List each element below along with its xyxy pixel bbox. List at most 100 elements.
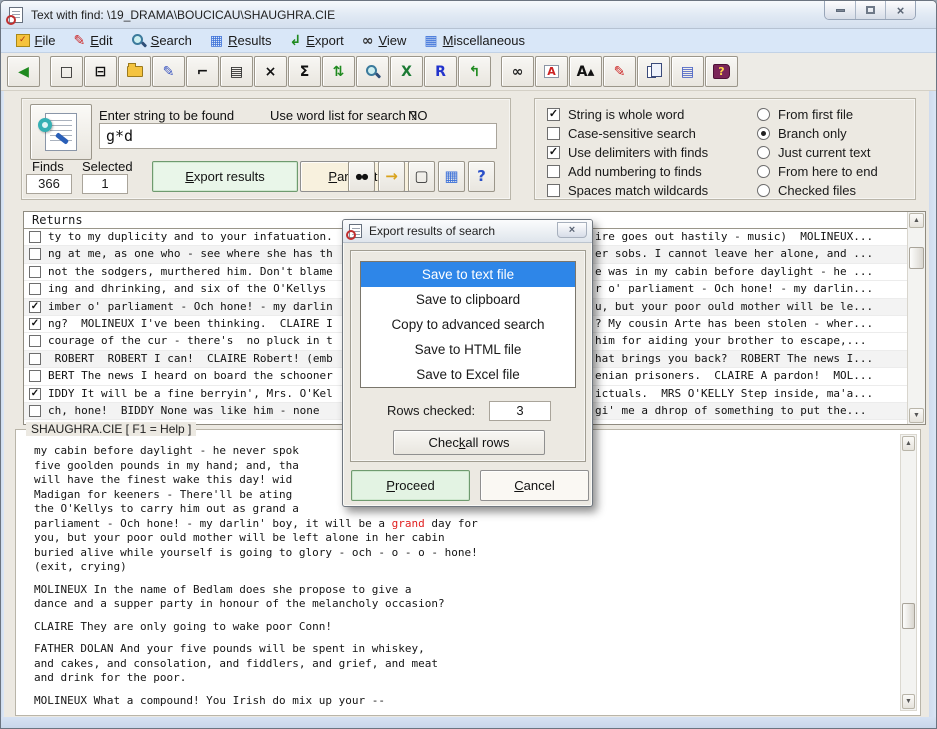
cancel-button[interactable]: Cancel (480, 470, 589, 501)
red-pen-icon: ✎ (614, 65, 626, 79)
export-option-save-to-text-file[interactable]: Save to text file (361, 262, 575, 287)
option-use-delimiters-with-finds[interactable]: ✓Use delimiters with finds (547, 144, 708, 161)
check-all-rows-button[interactable]: Check all rows (393, 430, 545, 455)
red-pen-button[interactable]: ✎ (603, 56, 636, 87)
checkbox-checked-icon[interactable]: ✓ (547, 146, 560, 159)
scope-from-here-to-end[interactable]: From here to end (757, 163, 878, 180)
red-a-doc-button[interactable]: A (535, 56, 568, 87)
radio-icon[interactable] (757, 108, 770, 121)
maximize-button[interactable] (855, 1, 885, 19)
dialog-icon (349, 224, 362, 238)
scroll-up-icon[interactable]: ▲ (909, 213, 924, 228)
row-checkbox[interactable] (29, 370, 41, 382)
scroll-down-icon[interactable]: ▼ (902, 694, 915, 709)
checkbox-icon[interactable] (547, 165, 560, 178)
red-a-doc-icon: A (544, 65, 559, 78)
radio-icon[interactable] (757, 184, 770, 197)
option-spaces-match-wildcards[interactable]: Spaces match wildcards (547, 182, 708, 199)
menu-miscellaneous[interactable]: ▦Miscellaneous (415, 30, 534, 52)
go-arrow-button[interactable]: → (378, 161, 405, 192)
r-button[interactable]: R (424, 56, 457, 87)
option-add-numbering-to-finds[interactable]: Add numbering to finds (547, 163, 702, 180)
viewer-scrollbar[interactable]: ▲ ▼ (900, 434, 917, 711)
scope-just-current-text[interactable]: Just current text (757, 144, 870, 161)
document-lines-button[interactable]: ▤ (220, 56, 253, 87)
menu-edit[interactable]: ✎Edit (65, 30, 122, 52)
grid-button[interactable]: ▦ (438, 161, 465, 192)
row-checkbox-checked[interactable]: ✓ (29, 301, 41, 313)
window-button[interactable]: ▢ (408, 161, 435, 192)
scope-from-first-file[interactable]: From first file (757, 106, 853, 123)
row-checkbox-checked[interactable]: ✓ (29, 318, 41, 330)
export-option-save-to-excel-file[interactable]: Save to Excel file (361, 362, 575, 387)
search-input[interactable] (99, 123, 497, 149)
radio-icon[interactable] (757, 146, 770, 159)
menu-view[interactable]: ∞View (353, 30, 416, 52)
row-checkbox[interactable] (29, 353, 41, 365)
help-book-button[interactable]: ? (705, 56, 738, 87)
window-icon: ▢ (414, 169, 428, 184)
dialog-close-button[interactable]: × (557, 222, 587, 238)
checkbox-icon[interactable] (547, 127, 560, 140)
form-edit-button[interactable]: ▤ (671, 56, 704, 87)
single-window-button[interactable]: □ (50, 56, 83, 87)
export-arrow-button[interactable]: ↰ (458, 56, 491, 87)
results-menu-icon: ▦ (210, 34, 223, 48)
excel-button[interactable]: X (390, 56, 423, 87)
minimize-button[interactable] (825, 1, 855, 19)
row-checkbox[interactable] (29, 405, 41, 417)
file-menu-icon: ✓ (16, 34, 30, 47)
returns-scrollbar[interactable]: ▲ ▼ (907, 212, 925, 424)
export-option-save-to-clipboard[interactable]: Save to clipboard (361, 287, 575, 312)
exit-door-button[interactable]: ◀ (7, 56, 40, 87)
search-button[interactable] (30, 104, 92, 160)
row-checkbox[interactable] (29, 248, 41, 260)
dialog-title-bar[interactable]: Export results of search × (343, 220, 592, 243)
menu-results[interactable]: ▦Results (201, 30, 281, 52)
split-window-button[interactable]: ⊟ (84, 56, 117, 87)
scroll-up-icon[interactable]: ▲ (902, 436, 915, 451)
viewer-blank-line (34, 634, 896, 642)
checkbox-icon[interactable] (547, 184, 560, 197)
row-checkbox[interactable] (29, 335, 41, 347)
scope-checked-files[interactable]: Checked files (757, 182, 856, 199)
radio-selected-icon[interactable] (757, 127, 770, 140)
binoculars-button[interactable]: ●● (348, 161, 375, 192)
close-button[interactable]: × (885, 1, 915, 19)
finds-count: 366 (26, 174, 72, 194)
returns-scroll-thumb[interactable] (909, 247, 924, 269)
row-checkbox[interactable] (29, 231, 41, 243)
option-string-is-whole-word[interactable]: ✓String is whole word (547, 106, 684, 123)
checkbox-checked-icon[interactable]: ✓ (547, 108, 560, 121)
row-checkbox[interactable] (29, 266, 41, 278)
scroll-down-icon[interactable]: ▼ (909, 408, 924, 423)
save-edit-button[interactable]: ✎ (152, 56, 185, 87)
proceed-button[interactable]: Proceed (351, 470, 470, 501)
radio-icon[interactable] (757, 165, 770, 178)
menu-file[interactable]: ✓File (7, 30, 65, 52)
export-option-copy-to-advanced-search[interactable]: Copy to advanced search (361, 312, 575, 337)
view-glasses-button[interactable]: ∞ (501, 56, 534, 87)
row-checkbox[interactable] (29, 283, 41, 295)
menu-label: Export (306, 33, 344, 48)
sum-button[interactable]: Σ (288, 56, 321, 87)
delete-x-button[interactable]: × (254, 56, 287, 87)
help-button[interactable]: ? (468, 161, 495, 192)
menu-export[interactable]: ↲Export (280, 30, 352, 52)
font-size-button[interactable]: A▴ (569, 56, 602, 87)
row-checkbox-checked[interactable]: ✓ (29, 388, 41, 400)
open-folder-button[interactable] (118, 56, 151, 87)
refresh-doc-button[interactable]: ⇅ (322, 56, 355, 87)
corner-window-button[interactable]: ⌐ (186, 56, 219, 87)
viewer-line: and drink for the poor. (34, 671, 896, 686)
search-button[interactable] (356, 56, 389, 87)
copy-button[interactable] (637, 56, 670, 87)
viewer-scroll-thumb[interactable] (902, 603, 915, 629)
scope-branch-only[interactable]: Branch only (757, 125, 847, 142)
option-case-sensitive-search[interactable]: Case-sensitive search (547, 125, 696, 142)
menu-search[interactable]: Search (122, 30, 201, 52)
viewer-blank-line (34, 575, 896, 583)
close-icon: × (897, 4, 905, 17)
export-option-save-to-html-file[interactable]: Save to HTML file (361, 337, 575, 362)
export-results-button[interactable]: Export results (152, 161, 298, 192)
